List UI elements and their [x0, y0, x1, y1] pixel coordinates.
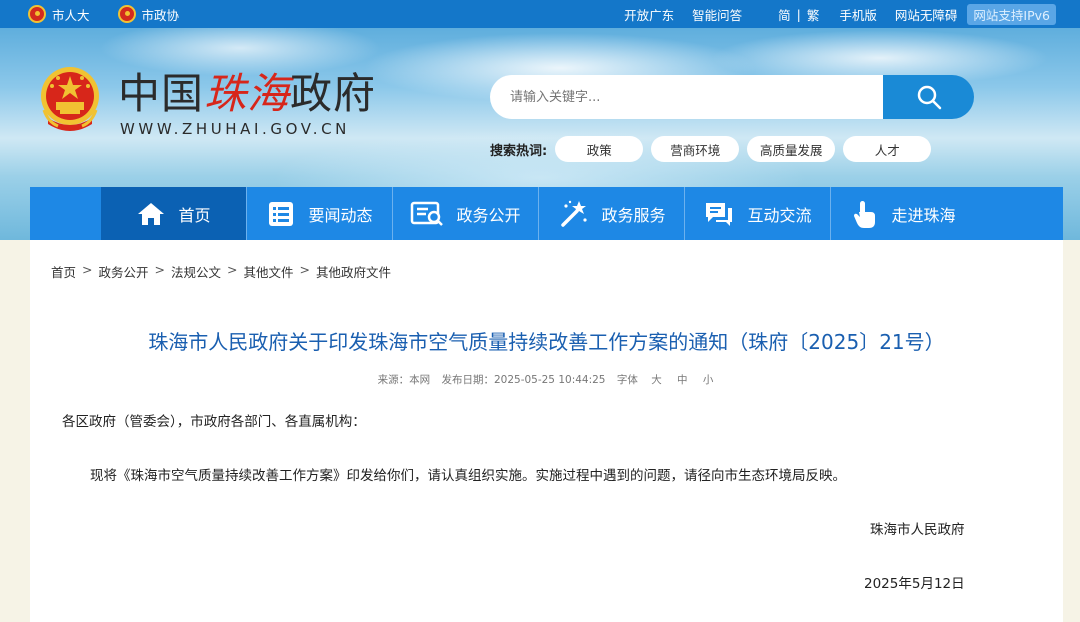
logo-url: WWW.ZHUHAI.GOV.CN	[120, 120, 350, 138]
article-body: 现将《珠海市空气质量持续改善工作方案》印发给你们，请认真组织实施。实施过程中遇到…	[90, 468, 846, 484]
breadcrumb-separator-icon: >	[299, 262, 310, 277]
document-icon	[411, 201, 444, 226]
nav-home-label: 首页	[178, 205, 211, 225]
link-npc[interactable]: 市人大	[28, 5, 90, 24]
hot-search-label: 搜索热词:	[490, 143, 548, 159]
article-title: 珠海市人民政府关于印发珠海市空气质量持续改善工作方案的通知（珠府〔2025〕21…	[148, 330, 945, 354]
hot-word-business-env[interactable]: 营商环境	[651, 136, 740, 162]
home-icon	[138, 202, 165, 225]
nav-news[interactable]: 要闻动态	[247, 187, 392, 240]
national-emblem-icon	[28, 5, 46, 23]
font-size-label: 字体	[616, 374, 638, 386]
chat-icon	[706, 202, 733, 226]
article-publish-date: 发布日期：2025-05-25 10:44:25	[441, 374, 606, 386]
magic-wand-icon	[561, 200, 588, 227]
breadcrumb: 首页 > 政务公开 > 法规公文 > 其他文件 > 其他政府文件	[51, 262, 391, 281]
nav-interaction[interactable]: 互动交流	[685, 187, 830, 240]
nav-discover-zhuhai-label: 走进珠海	[891, 205, 956, 225]
font-size-medium[interactable]: 中	[677, 374, 688, 386]
logo-prefix: 中国	[118, 69, 205, 118]
hot-word-high-quality[interactable]: 高质量发展	[747, 136, 836, 162]
breadcrumb-other-files[interactable]: 其他文件	[244, 262, 294, 281]
cppcc-emblem-icon	[117, 5, 136, 23]
link-accessibility[interactable]: 网站无障碍	[895, 5, 958, 24]
article-source: 来源：本网	[377, 374, 431, 386]
search-button[interactable]	[883, 75, 974, 119]
breadcrumb-gov-affairs[interactable]: 政务公开	[99, 262, 149, 281]
breadcrumb-other-gov-files[interactable]: 其他政府文件	[316, 262, 391, 281]
nav-news-label: 要闻动态	[308, 205, 373, 225]
article-date: 2025年5月12日	[864, 576, 965, 592]
link-mobile[interactable]: 手机版	[839, 5, 877, 24]
breadcrumb-regulations[interactable]: 法规公文	[171, 262, 221, 281]
breadcrumb-separator-icon: >	[227, 262, 238, 277]
top-bar-right: 开放广东 智能问答 简 | 繁 手机版 网站无障碍 网站支持IPv6	[624, 0, 1056, 28]
nav-gov-services-label: 政务服务	[601, 205, 666, 225]
hand-pointer-icon	[854, 200, 876, 228]
search-input[interactable]	[490, 75, 885, 119]
news-list-icon	[269, 201, 294, 226]
link-cppcc[interactable]: 市政协	[117, 5, 180, 24]
nav-gov-affairs-label: 政务公开	[456, 205, 521, 225]
nav-gov-affairs[interactable]: 政务公开	[393, 187, 538, 240]
nav-interaction-label: 互动交流	[747, 205, 812, 225]
main-nav: 首页 要闻动态 政务公开 政务服务 互动交流 走进珠海	[30, 187, 1063, 240]
link-simplified[interactable]: 简	[778, 5, 791, 24]
article-salutation: 各区政府（管委会），市政府各部门、各直属机构：	[62, 414, 366, 430]
link-open-guangdong[interactable]: 开放广东	[624, 5, 674, 24]
lang-separator: |	[796, 6, 801, 22]
link-npc-label: 市人大	[52, 7, 90, 23]
search-icon	[917, 85, 941, 110]
breadcrumb-separator-icon: >	[154, 262, 165, 277]
breadcrumb-separator-icon: >	[82, 262, 93, 277]
hot-search: 搜索热词: 政策 营商环境 高质量发展 人才	[490, 136, 939, 162]
link-traditional[interactable]: 繁	[807, 5, 820, 24]
link-cppcc-label: 市政协	[141, 7, 180, 23]
article-signature: 珠海市人民政府	[870, 522, 965, 538]
national-emblem-icon	[41, 67, 99, 131]
hot-word-policy[interactable]: 政策	[555, 136, 644, 162]
hot-word-talent[interactable]: 人才	[843, 136, 932, 162]
nav-discover-zhuhai[interactable]: 走进珠海	[831, 187, 976, 240]
nav-gov-services[interactable]: 政务服务	[539, 187, 684, 240]
top-bar: 市人大 市政协 开放广东 智能问答 简 | 繁 手机版 网站无障碍 网站支持IP…	[0, 0, 1080, 28]
font-size-large[interactable]: 大	[651, 374, 662, 386]
link-smart-qa[interactable]: 智能问答	[692, 5, 742, 24]
ipv6-badge: 网站支持IPv6	[967, 3, 1056, 25]
logo-city: 珠海	[204, 69, 291, 118]
site-logo[interactable]: 中国珠海政府	[118, 68, 376, 120]
breadcrumb-home[interactable]: 首页	[51, 262, 76, 281]
article-meta: 来源：本网 发布日期：2025-05-25 10:44:25 字体 大 中 小	[30, 372, 1063, 387]
logo-suffix: 政府	[290, 69, 377, 118]
search-box	[490, 75, 974, 119]
nav-home[interactable]: 首页	[101, 187, 246, 240]
top-bar-left: 市人大 市政协	[28, 0, 179, 28]
article-panel: 首页 > 政务公开 > 法规公文 > 其他文件 > 其他政府文件 珠海市人民政府…	[30, 240, 1063, 622]
font-size-small[interactable]: 小	[703, 374, 714, 386]
